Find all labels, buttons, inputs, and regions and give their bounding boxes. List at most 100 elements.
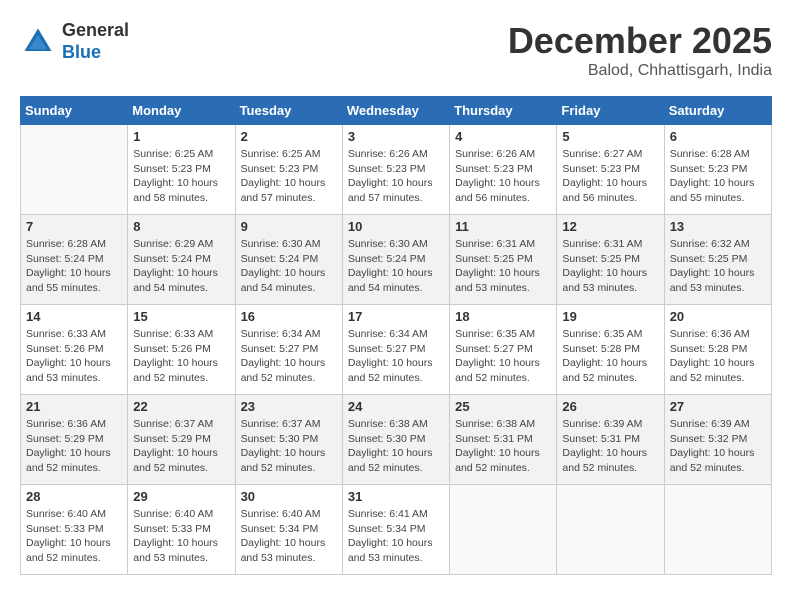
day-number: 15 (133, 309, 229, 324)
day-info: Sunrise: 6:30 AMSunset: 5:24 PMDaylight:… (348, 237, 444, 296)
calendar-cell: 22 Sunrise: 6:37 AMSunset: 5:29 PMDayligh… (128, 395, 235, 485)
day-info: Sunrise: 6:28 AMSunset: 5:23 PMDaylight:… (670, 147, 766, 206)
calendar-cell: 11 Sunrise: 6:31 AMSunset: 5:25 PMDayligh… (450, 215, 557, 305)
day-info: Sunrise: 6:32 AMSunset: 5:25 PMDaylight:… (670, 237, 766, 296)
calendar-cell: 9 Sunrise: 6:30 AMSunset: 5:24 PMDaylight… (235, 215, 342, 305)
day-info: Sunrise: 6:33 AMSunset: 5:26 PMDaylight:… (133, 327, 229, 386)
calendar-cell: 24Sunrise: 6:38 AMSunset: 5:30 PMDayligh… (342, 395, 449, 485)
day-number: 1 (133, 129, 229, 144)
header-thursday: Thursday (450, 97, 557, 125)
title-section: December 2025 Balod, Chhattisgarh, India (508, 20, 772, 80)
calendar-cell: 14Sunrise: 6:33 AMSunset: 5:26 PMDayligh… (21, 305, 128, 395)
header-saturday: Saturday (664, 97, 771, 125)
day-number: 25 (455, 399, 551, 414)
header-sunday: Sunday (21, 97, 128, 125)
day-info: Sunrise: 6:28 AMSunset: 5:24 PMDaylight:… (26, 237, 122, 296)
day-info: Sunrise: 6:39 AMSunset: 5:32 PMDaylight:… (670, 417, 766, 476)
calendar-week-row: 14Sunrise: 6:33 AMSunset: 5:26 PMDayligh… (21, 305, 772, 395)
day-info: Sunrise: 6:29 AMSunset: 5:24 PMDaylight:… (133, 237, 229, 296)
calendar-cell: 1 Sunrise: 6:25 AMSunset: 5:23 PMDaylight… (128, 125, 235, 215)
day-info: Sunrise: 6:26 AMSunset: 5:23 PMDaylight:… (348, 147, 444, 206)
day-number: 8 (133, 219, 229, 234)
day-info: Sunrise: 6:25 AMSunset: 5:23 PMDaylight:… (241, 147, 337, 206)
calendar-cell (557, 485, 664, 575)
day-number: 30 (241, 489, 337, 504)
day-info: Sunrise: 6:33 AMSunset: 5:26 PMDaylight:… (26, 327, 122, 386)
calendar-cell: 6 Sunrise: 6:28 AMSunset: 5:23 PMDaylight… (664, 125, 771, 215)
day-info: Sunrise: 6:27 AMSunset: 5:23 PMDaylight:… (562, 147, 658, 206)
calendar-cell (450, 485, 557, 575)
calendar-cell: 15 Sunrise: 6:33 AMSunset: 5:26 PMDayligh… (128, 305, 235, 395)
day-number: 9 (241, 219, 337, 234)
day-number: 3 (348, 129, 444, 144)
day-number: 11 (455, 219, 551, 234)
calendar-cell (664, 485, 771, 575)
day-number: 17 (348, 309, 444, 324)
calendar-cell: 8 Sunrise: 6:29 AMSunset: 5:24 PMDaylight… (128, 215, 235, 305)
day-info: Sunrise: 6:40 AMSunset: 5:34 PMDaylight:… (241, 507, 337, 566)
day-number: 26 (562, 399, 658, 414)
calendar-cell: 2 Sunrise: 6:25 AMSunset: 5:23 PMDaylight… (235, 125, 342, 215)
calendar-week-row: 7 Sunrise: 6:28 AMSunset: 5:24 PMDaylight… (21, 215, 772, 305)
calendar-cell: 7 Sunrise: 6:28 AMSunset: 5:24 PMDaylight… (21, 215, 128, 305)
calendar-cell: 30 Sunrise: 6:40 AMSunset: 5:34 PMDayligh… (235, 485, 342, 575)
day-number: 4 (455, 129, 551, 144)
day-number: 23 (241, 399, 337, 414)
logo-general: General (62, 20, 129, 40)
day-info: Sunrise: 6:39 AMSunset: 5:31 PMDaylight:… (562, 417, 658, 476)
calendar-cell: 28Sunrise: 6:40 AMSunset: 5:33 PMDayligh… (21, 485, 128, 575)
calendar-cell: 12 Sunrise: 6:31 AMSunset: 5:25 PMDayligh… (557, 215, 664, 305)
logo: General Blue (20, 20, 129, 63)
calendar-cell: 27Sunrise: 6:39 AMSunset: 5:32 PMDayligh… (664, 395, 771, 485)
calendar-cell: 13 Sunrise: 6:32 AMSunset: 5:25 PMDayligh… (664, 215, 771, 305)
calendar-cell: 31 Sunrise: 6:41 AMSunset: 5:34 PMDayligh… (342, 485, 449, 575)
calendar-header-row: SundayMondayTuesdayWednesdayThursdayFrid… (21, 97, 772, 125)
day-info: Sunrise: 6:35 AMSunset: 5:27 PMDaylight:… (455, 327, 551, 386)
calendar-cell: 21 Sunrise: 6:36 AMSunset: 5:29 PMDayligh… (21, 395, 128, 485)
day-number: 31 (348, 489, 444, 504)
header-tuesday: Tuesday (235, 97, 342, 125)
day-number: 13 (670, 219, 766, 234)
calendar-cell: 17 Sunrise: 6:34 AMSunset: 5:27 PMDayligh… (342, 305, 449, 395)
calendar-cell: 29Sunrise: 6:40 AMSunset: 5:33 PMDayligh… (128, 485, 235, 575)
day-number: 21 (26, 399, 122, 414)
calendar-week-row: 28Sunrise: 6:40 AMSunset: 5:33 PMDayligh… (21, 485, 772, 575)
day-number: 2 (241, 129, 337, 144)
day-info: Sunrise: 6:30 AMSunset: 5:24 PMDaylight:… (241, 237, 337, 296)
day-number: 24 (348, 399, 444, 414)
day-number: 6 (670, 129, 766, 144)
day-info: Sunrise: 6:40 AMSunset: 5:33 PMDaylight:… (133, 507, 229, 566)
calendar-cell: 4Sunrise: 6:26 AMSunset: 5:23 PMDaylight… (450, 125, 557, 215)
day-number: 12 (562, 219, 658, 234)
calendar-cell: 18 Sunrise: 6:35 AMSunset: 5:27 PMDayligh… (450, 305, 557, 395)
day-info: Sunrise: 6:31 AMSunset: 5:25 PMDaylight:… (455, 237, 551, 296)
day-info: Sunrise: 6:34 AMSunset: 5:27 PMDaylight:… (241, 327, 337, 386)
calendar-cell: 5Sunrise: 6:27 AMSunset: 5:23 PMDaylight… (557, 125, 664, 215)
day-info: Sunrise: 6:37 AMSunset: 5:29 PMDaylight:… (133, 417, 229, 476)
day-info: Sunrise: 6:25 AMSunset: 5:23 PMDaylight:… (133, 147, 229, 206)
header-friday: Friday (557, 97, 664, 125)
day-info: Sunrise: 6:36 AMSunset: 5:29 PMDaylight:… (26, 417, 122, 476)
calendar-week-row: 21 Sunrise: 6:36 AMSunset: 5:29 PMDayligh… (21, 395, 772, 485)
day-number: 19 (562, 309, 658, 324)
day-number: 22 (133, 399, 229, 414)
calendar-cell: 26 Sunrise: 6:39 AMSunset: 5:31 PMDayligh… (557, 395, 664, 485)
location: Balod, Chhattisgarh, India (508, 62, 772, 80)
day-info: Sunrise: 6:41 AMSunset: 5:34 PMDaylight:… (348, 507, 444, 566)
header-monday: Monday (128, 97, 235, 125)
day-number: 7 (26, 219, 122, 234)
calendar-cell: 16Sunrise: 6:34 AMSunset: 5:27 PMDayligh… (235, 305, 342, 395)
calendar-cell (21, 125, 128, 215)
header: General Blue December 2025 Balod, Chhatt… (20, 20, 772, 80)
day-number: 18 (455, 309, 551, 324)
calendar-cell: 23Sunrise: 6:37 AMSunset: 5:30 PMDayligh… (235, 395, 342, 485)
day-info: Sunrise: 6:38 AMSunset: 5:31 PMDaylight:… (455, 417, 551, 476)
header-wednesday: Wednesday (342, 97, 449, 125)
calendar: SundayMondayTuesdayWednesdayThursdayFrid… (20, 96, 772, 575)
calendar-week-row: 1 Sunrise: 6:25 AMSunset: 5:23 PMDaylight… (21, 125, 772, 215)
day-info: Sunrise: 6:34 AMSunset: 5:27 PMDaylight:… (348, 327, 444, 386)
day-info: Sunrise: 6:31 AMSunset: 5:25 PMDaylight:… (562, 237, 658, 296)
calendar-cell: 19 Sunrise: 6:35 AMSunset: 5:28 PMDayligh… (557, 305, 664, 395)
day-number: 20 (670, 309, 766, 324)
day-info: Sunrise: 6:35 AMSunset: 5:28 PMDaylight:… (562, 327, 658, 386)
